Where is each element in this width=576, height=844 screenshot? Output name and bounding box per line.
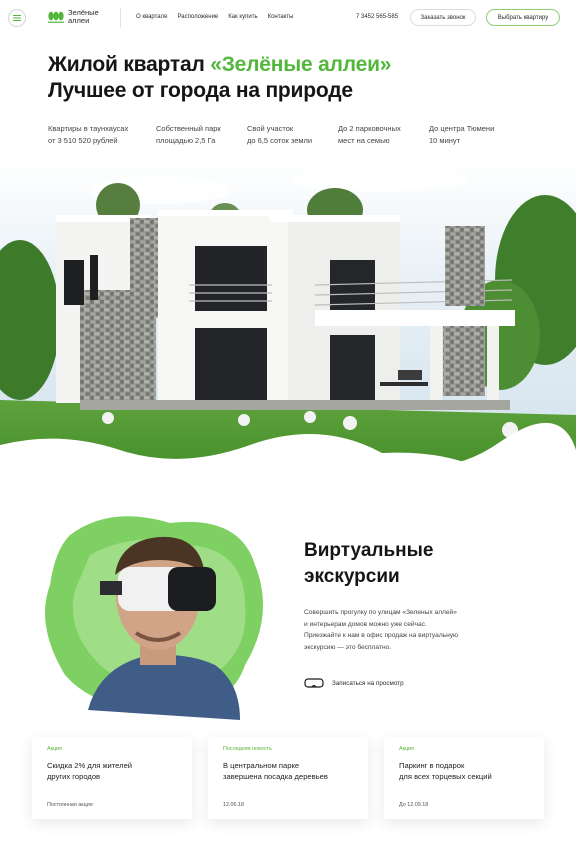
call-request-button[interactable]: Заказать звонок xyxy=(410,9,476,26)
card-tag: Акция xyxy=(399,746,414,752)
card-title: Паркинг в подарок для всех торцевых секци… xyxy=(399,761,492,781)
choose-apartment-button[interactable]: Выбрать квартиру xyxy=(486,9,560,26)
logo-text: Зелёные аллеи xyxy=(68,8,99,25)
card-tag: Последняя новость xyxy=(223,746,272,752)
promo-card[interactable]: Акция Скидка 2% для жителей других городо… xyxy=(32,737,192,819)
hero-title-prefix: Жилой квартал xyxy=(48,53,211,76)
fact-value: до 6,5 соток земли xyxy=(247,136,313,145)
phone-number[interactable]: 7 3452 565-585 xyxy=(356,14,398,20)
fact-price: Квартиры в таунхаусах от 3 510 520 рублей xyxy=(48,123,156,147)
fact-label: Свой участок xyxy=(247,124,294,133)
fact-value: мест на семью xyxy=(338,136,390,145)
vr-headset-icon xyxy=(304,678,324,688)
hero-title-line2: Лучшее от города на природе xyxy=(48,79,353,102)
fact-value: от 3 510 520 рублей xyxy=(48,136,118,145)
card-tag: Акция xyxy=(47,746,62,752)
menu-icon xyxy=(13,15,21,21)
vr-title-line2: экскурсии xyxy=(304,566,400,587)
nav-item-location[interactable]: Расположение xyxy=(177,14,218,20)
fact-plot: Свой участок до 6,5 соток земли xyxy=(247,123,338,147)
fact-value: 10 минут xyxy=(429,136,461,145)
vr-description: Совершить прогулку по улицам «Зеленых ал… xyxy=(304,607,504,653)
promo-card[interactable]: Последняя новость В центральном парке зав… xyxy=(208,737,368,819)
main-nav: О квартале Расположение Как купить Конта… xyxy=(136,14,294,20)
nav-item-how-to-buy[interactable]: Как купить xyxy=(228,14,257,20)
nav-item-about[interactable]: О квартале xyxy=(136,14,167,20)
vr-text-line: Совершить прогулку по улицам «Зеленых ал… xyxy=(304,609,457,616)
fact-label: До 2 парковочных xyxy=(338,124,401,133)
vr-signup-link[interactable]: Записаться на просмотр xyxy=(304,678,404,688)
card-footer: 12.06.18 xyxy=(223,802,244,808)
promo-card[interactable]: Акция Паркинг в подарок для всех торцевых… xyxy=(384,737,544,819)
promo-cards: Акция Скидка 2% для жителей других городо… xyxy=(32,737,544,819)
hero-house-image xyxy=(0,160,576,490)
menu-button[interactable] xyxy=(8,9,26,27)
card-footer: До 12.09.18 xyxy=(399,802,429,808)
vr-signup-label: Записаться на просмотр xyxy=(332,679,404,687)
header-divider xyxy=(120,8,121,28)
card-footer: Постоянная акция xyxy=(47,802,93,808)
hero-title: Жилой квартал «Зелёные аллеи» Лучшее от … xyxy=(48,52,391,104)
vr-section-title: Виртуальные экскурсии xyxy=(304,538,433,590)
vr-headset-image xyxy=(45,516,263,720)
logo[interactable]: Зелёные аллеи xyxy=(48,9,108,24)
vr-text-line: и интерьерам домов можно уже сейчас. xyxy=(304,620,427,628)
vr-title-line1: Виртуальные xyxy=(304,540,434,561)
vr-text-line: Приезжайте к нам в офис продаж на виртуа… xyxy=(304,632,458,639)
fact-label: До центра Тюмени xyxy=(429,124,495,133)
fact-park: Собственный парк площадью 2,5 Га xyxy=(156,123,247,147)
vr-text-line: экскурсию — это бесплатно. xyxy=(304,643,392,651)
fact-label: Собственный парк xyxy=(156,124,221,133)
fact-value: площадью 2,5 Га xyxy=(156,136,216,145)
logo-trees-icon xyxy=(48,11,64,23)
fact-parking: До 2 парковочных мест на семью xyxy=(338,123,429,147)
fact-distance: До центра Тюмени 10 минут xyxy=(429,123,519,147)
hero-facts: Квартиры в таунхаусах от 3 510 520 рублей… xyxy=(48,123,519,147)
fact-label: Квартиры в таунхаусах xyxy=(48,124,129,133)
hero-title-accent: «Зелёные аллеи» xyxy=(210,53,392,76)
nav-item-contacts[interactable]: Контакты xyxy=(268,14,294,20)
card-title: В центральном парке завершена посадка дер… xyxy=(223,761,328,781)
card-title: Скидка 2% для жителей других городов xyxy=(47,761,133,781)
site-header: Зелёные аллеи О квартале Расположение Ка… xyxy=(0,0,576,36)
